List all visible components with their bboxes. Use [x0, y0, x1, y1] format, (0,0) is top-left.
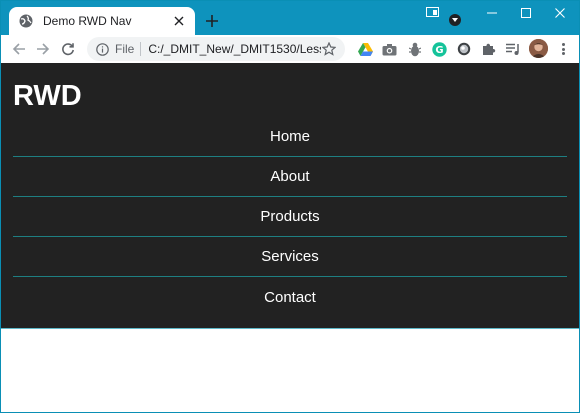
svg-text:G: G — [435, 45, 443, 56]
minimize-icon[interactable] — [475, 1, 509, 25]
profile-avatar[interactable] — [529, 39, 548, 58]
browser-window: Demo RWD Nav File C:/_DMIT_New/_DMIT1530… — [0, 0, 580, 413]
back-arrow-icon[interactable] — [9, 39, 29, 59]
reload-icon[interactable] — [58, 39, 78, 59]
site-brand: RWD — [13, 80, 82, 112]
google-drive-icon[interactable] — [357, 41, 373, 57]
more-menu-icon[interactable] — [557, 41, 569, 57]
tab-title: Demo RWD Nav — [43, 14, 132, 28]
grammarly-icon[interactable]: G — [431, 41, 447, 57]
nav-link-about[interactable]: About — [270, 168, 309, 185]
window-menu-icon[interactable] — [425, 6, 439, 18]
bookmark-star-icon[interactable] — [321, 41, 337, 57]
url-scheme-label: File — [115, 42, 135, 56]
address-divider — [140, 42, 142, 56]
nav-item-home: Home — [13, 117, 567, 157]
circle-extension-icon[interactable] — [456, 41, 472, 57]
nav-link-products[interactable]: Products — [260, 208, 319, 225]
bug-icon[interactable] — [407, 41, 423, 57]
site-header: RWD Home About Products Services Contact — [1, 63, 579, 329]
nav-link-home[interactable]: Home — [270, 128, 310, 145]
globe-icon — [18, 13, 34, 29]
browser-toolbar: File C:/_DMIT_New/_DMIT1530/Lesson... G — [1, 35, 579, 63]
nav-item-about: About — [13, 157, 567, 197]
new-tab-icon[interactable] — [202, 11, 222, 31]
url-text[interactable]: C:/_DMIT_New/_DMIT1530/Lesson... — [148, 42, 321, 56]
close-window-icon[interactable] — [543, 1, 577, 25]
title-bar: Demo RWD Nav — [1, 1, 579, 35]
tab-search-icon[interactable] — [449, 14, 461, 26]
camera-icon[interactable] — [381, 41, 397, 57]
address-bar[interactable]: File C:/_DMIT_New/_DMIT1530/Lesson... — [87, 37, 345, 61]
maximize-icon[interactable] — [509, 1, 543, 25]
extensions-puzzle-icon[interactable] — [481, 41, 497, 57]
nav-item-contact: Contact — [13, 277, 567, 317]
nav-link-services[interactable]: Services — [261, 248, 319, 265]
forward-arrow-icon[interactable] — [33, 39, 53, 59]
close-tab-icon[interactable] — [171, 13, 187, 29]
nav-item-services: Services — [13, 237, 567, 277]
page-viewport: RWD Home About Products Services Contact — [1, 63, 579, 412]
nav-item-products: Products — [13, 197, 567, 237]
browser-tab[interactable]: Demo RWD Nav — [9, 7, 195, 35]
info-icon[interactable] — [95, 42, 109, 56]
nav-link-contact[interactable]: Contact — [264, 289, 316, 306]
main-nav: Home About Products Services Contact — [13, 117, 567, 317]
reading-list-icon[interactable] — [505, 41, 521, 57]
